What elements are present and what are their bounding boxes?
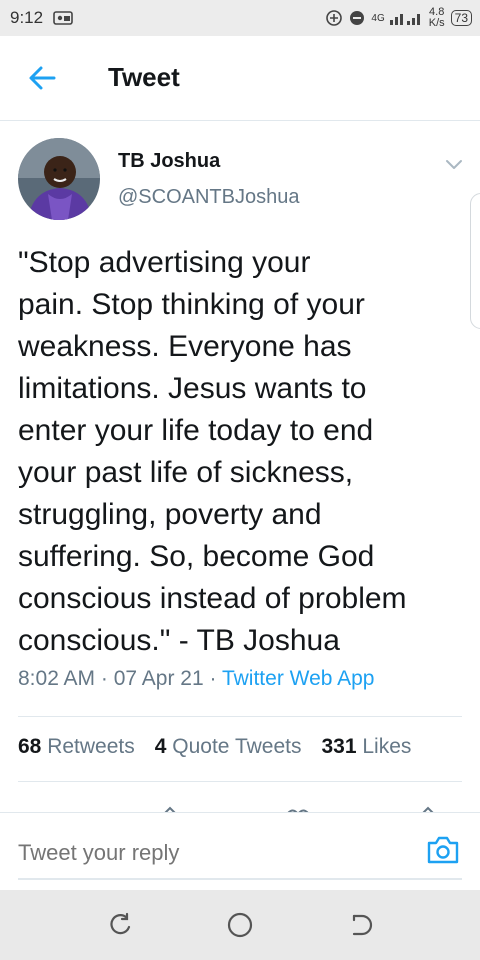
quote-tweets-label: Quote Tweets (172, 735, 302, 758)
meta-separator: · (100, 667, 108, 690)
likes-count: 331 (321, 735, 357, 758)
reply-underline (18, 878, 462, 880)
do-not-disturb-icon (350, 11, 365, 25)
tweet-text: "Stop advertising your pain. Stop thinki… (18, 246, 407, 657)
quote-tweets-stat[interactable]: 4 Quote Tweets (155, 735, 302, 759)
divider (18, 781, 462, 782)
speed-unit: K/s (428, 17, 445, 29)
signal-icon (389, 14, 420, 25)
status-time: 9:12 (10, 8, 44, 27)
status-right: 4G 4.8 K/s 73 (325, 7, 472, 29)
likes-label: Likes (362, 735, 412, 758)
app-bar: Tweet (0, 36, 480, 121)
reply-input[interactable] (18, 827, 418, 879)
data-saver-icon (326, 10, 343, 26)
chevron-down-icon[interactable] (442, 152, 466, 176)
divider (18, 716, 462, 717)
page-title: Tweet (108, 62, 180, 92)
retweets-label: Retweets (47, 735, 135, 758)
tweet-source-link[interactable]: Twitter Web App (222, 667, 375, 690)
status-bar: 9:12 4G 4.8 K/s 73 (0, 0, 480, 36)
tweet-stats: 68 Retweets 4 Quote Tweets 331 Likes (18, 735, 411, 759)
home-circle-icon[interactable] (226, 911, 254, 939)
quote-tweets-count: 4 (154, 735, 167, 758)
status-left: 9:12 (10, 8, 73, 28)
network-speed: 4.8 K/s (429, 7, 445, 29)
recents-icon[interactable] (106, 911, 134, 939)
likes-stat[interactable]: 331 Likes (321, 735, 411, 759)
system-nav-bar (0, 890, 480, 960)
reply-bar (0, 812, 480, 891)
avatar[interactable] (18, 138, 100, 220)
network-type: 4G (371, 12, 385, 24)
retweets-stat[interactable]: 68 Retweets (18, 735, 135, 759)
meta-separator: · (209, 667, 217, 690)
tweet-date: 07 Apr 21 (113, 667, 204, 690)
gallery-notification-icon (53, 11, 73, 25)
side-panel-edge (470, 193, 480, 329)
camera-icon[interactable] (426, 835, 460, 865)
author-handle[interactable]: @SCOANTBJoshua (118, 186, 299, 209)
retweets-count: 68 (18, 735, 42, 758)
battery-indicator: 73 (450, 10, 472, 26)
arrow-left-icon[interactable] (26, 62, 58, 94)
tweet-meta: 8:02 AM · 07 Apr 21 · Twitter Web App (18, 667, 375, 691)
tweet-time: 8:02 AM (18, 667, 96, 690)
author-name[interactable]: TB Joshua (118, 150, 220, 173)
nav-back-icon[interactable] (346, 911, 374, 939)
